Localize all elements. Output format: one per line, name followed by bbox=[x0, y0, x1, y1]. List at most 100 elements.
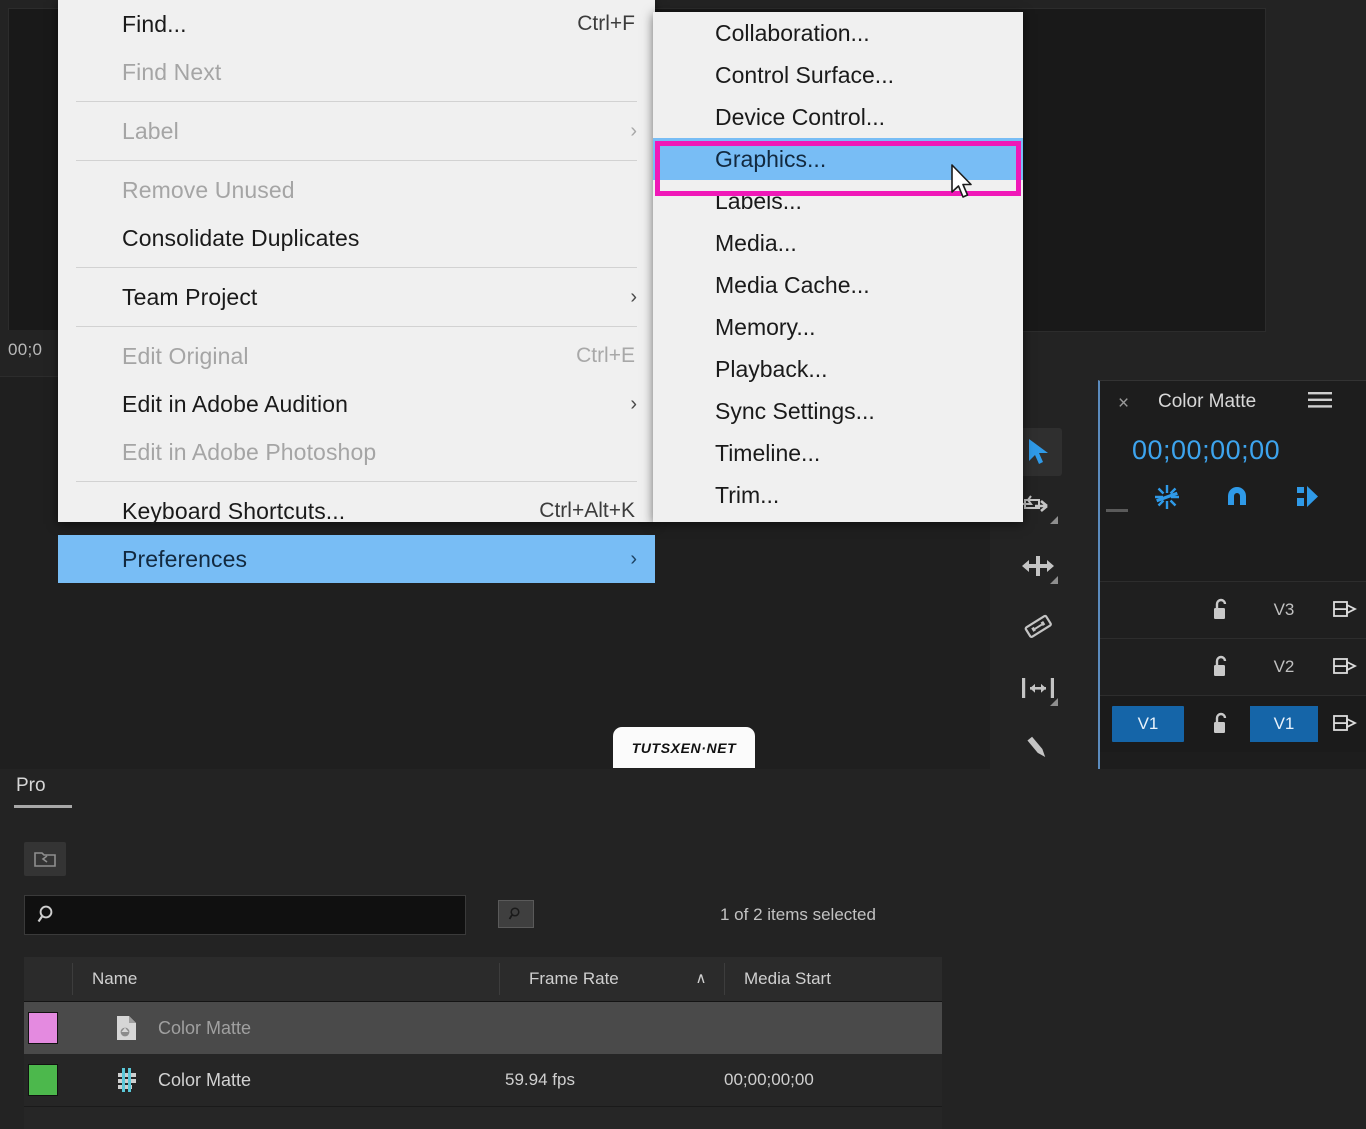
column-header-name[interactable]: Name bbox=[92, 957, 137, 1001]
submenu-item-graphics[interactable]: Graphics... bbox=[653, 138, 1023, 180]
snap-magnet-icon[interactable] bbox=[1218, 479, 1256, 515]
search-bar[interactable] bbox=[24, 895, 466, 935]
submenu-item-label: Media Cache... bbox=[715, 271, 870, 298]
watermark: TUTSXEN·NET bbox=[613, 727, 755, 768]
track-name-v3[interactable]: V3 bbox=[1250, 592, 1318, 628]
track-header-v3[interactable]: V3 bbox=[1100, 581, 1366, 638]
insert-overwrite-sequence-icon[interactable] bbox=[1148, 479, 1186, 515]
watermark-text: TUTSXEN·NET bbox=[631, 739, 737, 756]
menu-item-label: Keyboard Shortcuts... bbox=[122, 497, 346, 524]
submenu-item-label: Device Control... bbox=[715, 103, 886, 130]
slip-tool[interactable] bbox=[1014, 664, 1062, 712]
menu-item-label: Consolidate Duplicates bbox=[122, 224, 360, 251]
menu-item-consolidate-duplicates[interactable]: Consolidate Duplicates bbox=[58, 214, 655, 262]
submenu-item-label: Media... bbox=[715, 229, 797, 256]
submenu-item-labels[interactable]: Labels... bbox=[653, 180, 1023, 222]
sync-lock-icon[interactable] bbox=[1330, 651, 1360, 681]
hamburger-menu-icon[interactable] bbox=[1308, 391, 1332, 415]
submenu-item-control-surface[interactable]: Control Surface... bbox=[653, 54, 1023, 96]
sort-ascending-icon[interactable]: ∧ bbox=[684, 957, 718, 1001]
submenu-item-sync-settings[interactable]: Sync Settings... bbox=[653, 390, 1023, 432]
timeline-panel-header: × Color Matte bbox=[1100, 381, 1366, 427]
track-header-v1[interactable]: V1 V1 bbox=[1100, 695, 1366, 752]
track-name-v2[interactable]: V2 bbox=[1250, 649, 1318, 685]
submenu-item-label: Timeline... bbox=[715, 439, 821, 466]
source-track-indicator-v1[interactable]: V1 bbox=[1112, 706, 1184, 742]
menu-item-label[interactable]: Label › bbox=[58, 107, 655, 155]
submenu-item-device-control[interactable]: Device Control... bbox=[653, 96, 1023, 138]
timeline-panel: × Color Matte 00;00;00;00 V3 V2 V1 V1 bbox=[1098, 380, 1366, 769]
track-name-v1[interactable]: V1 bbox=[1250, 706, 1318, 742]
menu-item-remove-unused[interactable]: Remove Unused bbox=[58, 166, 655, 214]
chevron-right-icon: › bbox=[630, 392, 637, 415]
track-header-v2[interactable]: V2 bbox=[1100, 638, 1366, 695]
submenu-item-label: Playback... bbox=[715, 355, 828, 382]
find-icon[interactable] bbox=[498, 900, 534, 928]
menu-separator bbox=[76, 101, 637, 102]
menu-item-find[interactable]: Find... Ctrl+F bbox=[58, 0, 655, 48]
unlock-icon[interactable] bbox=[1208, 651, 1234, 681]
submenu-item-media[interactable]: Media... bbox=[653, 222, 1023, 264]
menu-item-label: Find Next bbox=[122, 58, 222, 85]
column-header-media-start[interactable]: Media Start bbox=[744, 957, 831, 1001]
submenu-item-media-cache[interactable]: Media Cache... bbox=[653, 264, 1023, 306]
submenu-item-label: Collaboration... bbox=[715, 19, 870, 46]
column-divider bbox=[72, 963, 73, 995]
tab-active-underline bbox=[14, 805, 72, 808]
timeline-playhead-timecode[interactable]: 00;00;00;00 bbox=[1132, 435, 1280, 466]
menu-item-edit-in-adobe-audition[interactable]: Edit in Adobe Audition › bbox=[58, 380, 655, 428]
item-media-start: 00;00;00;00 bbox=[724, 1070, 814, 1089]
sync-lock-icon[interactable] bbox=[1330, 708, 1360, 738]
sync-lock-icon[interactable] bbox=[1330, 594, 1360, 624]
submenu-item-label: Control Surface... bbox=[715, 61, 894, 88]
menu-item-keyboard-shortcuts[interactable]: Keyboard Shortcuts... Ctrl+Alt+K bbox=[58, 487, 655, 535]
timeline-controls-row bbox=[1132, 479, 1338, 515]
edit-menu-dropdown[interactable]: Find... Ctrl+F Find Next Label › Remove … bbox=[58, 0, 655, 583]
search-input[interactable] bbox=[71, 905, 465, 925]
menu-item-accelerator: Ctrl+E bbox=[576, 344, 635, 367]
menu-separator bbox=[76, 267, 637, 268]
column-header-frame-rate[interactable]: Frame Rate bbox=[529, 957, 619, 1001]
submenu-item-label: Labels... bbox=[715, 187, 802, 214]
new-bin-icon[interactable] bbox=[24, 842, 66, 876]
rate-stretch-tool[interactable] bbox=[1014, 602, 1062, 650]
chevron-right-icon: › bbox=[630, 547, 637, 570]
unlock-icon[interactable] bbox=[1208, 708, 1234, 738]
submenu-item-trim[interactable]: Trim... bbox=[653, 474, 1023, 516]
submenu-item-collaboration[interactable]: Collaboration... bbox=[653, 12, 1023, 54]
item-name: Color Matte bbox=[158, 1069, 252, 1090]
linked-selection-icon[interactable] bbox=[1292, 479, 1330, 515]
pen-tool[interactable] bbox=[1014, 726, 1062, 774]
table-footer bbox=[24, 1106, 942, 1129]
ripple-edit-tool[interactable] bbox=[1014, 542, 1062, 590]
unlock-icon[interactable] bbox=[1208, 594, 1234, 624]
menu-item-label: Find... bbox=[122, 10, 187, 37]
menu-item-accelerator: Ctrl+Alt+K bbox=[539, 499, 635, 522]
menu-item-find-next[interactable]: Find Next bbox=[58, 48, 655, 96]
preferences-submenu[interactable]: Collaboration... Control Surface... Devi… bbox=[653, 12, 1023, 522]
table-row[interactable]: Color Matte bbox=[24, 1002, 942, 1054]
chevron-right-icon: › bbox=[630, 119, 637, 142]
menu-item-label: Edit Original bbox=[122, 342, 249, 369]
menu-item-preferences[interactable]: Preferences › bbox=[58, 535, 655, 583]
label-color-swatch bbox=[28, 1064, 58, 1096]
color-matte-still-icon bbox=[110, 1013, 144, 1043]
menu-item-label: Label bbox=[122, 117, 179, 144]
menu-separator bbox=[76, 326, 637, 327]
submenu-item-memory[interactable]: Memory... bbox=[653, 306, 1023, 348]
menu-item-team-project[interactable]: Team Project › bbox=[58, 273, 655, 321]
menu-item-edit-original[interactable]: Edit Original Ctrl+E bbox=[58, 332, 655, 380]
close-icon[interactable]: × bbox=[1118, 391, 1129, 417]
sequence-icon bbox=[110, 1065, 144, 1095]
submenu-item-label: Memory... bbox=[715, 313, 816, 340]
tab-project[interactable]: Pro bbox=[16, 775, 46, 797]
menu-item-edit-in-adobe-photoshop[interactable]: Edit in Adobe Photoshop bbox=[58, 428, 655, 476]
menu-item-label: Edit in Adobe Photoshop bbox=[122, 438, 377, 465]
menu-separator bbox=[76, 481, 637, 482]
project-items-table: Name Frame Rate ∧ Media Start Color Matt… bbox=[24, 957, 942, 1129]
table-row[interactable]: Color Matte 59.94 fps 00;00;00;00 bbox=[24, 1054, 942, 1106]
menu-item-accelerator: Ctrl+F bbox=[577, 12, 635, 35]
submenu-item-timeline[interactable]: Timeline... bbox=[653, 432, 1023, 474]
submenu-item-playback[interactable]: Playback... bbox=[653, 348, 1023, 390]
monitor-timecode: 00;0 bbox=[8, 340, 43, 359]
